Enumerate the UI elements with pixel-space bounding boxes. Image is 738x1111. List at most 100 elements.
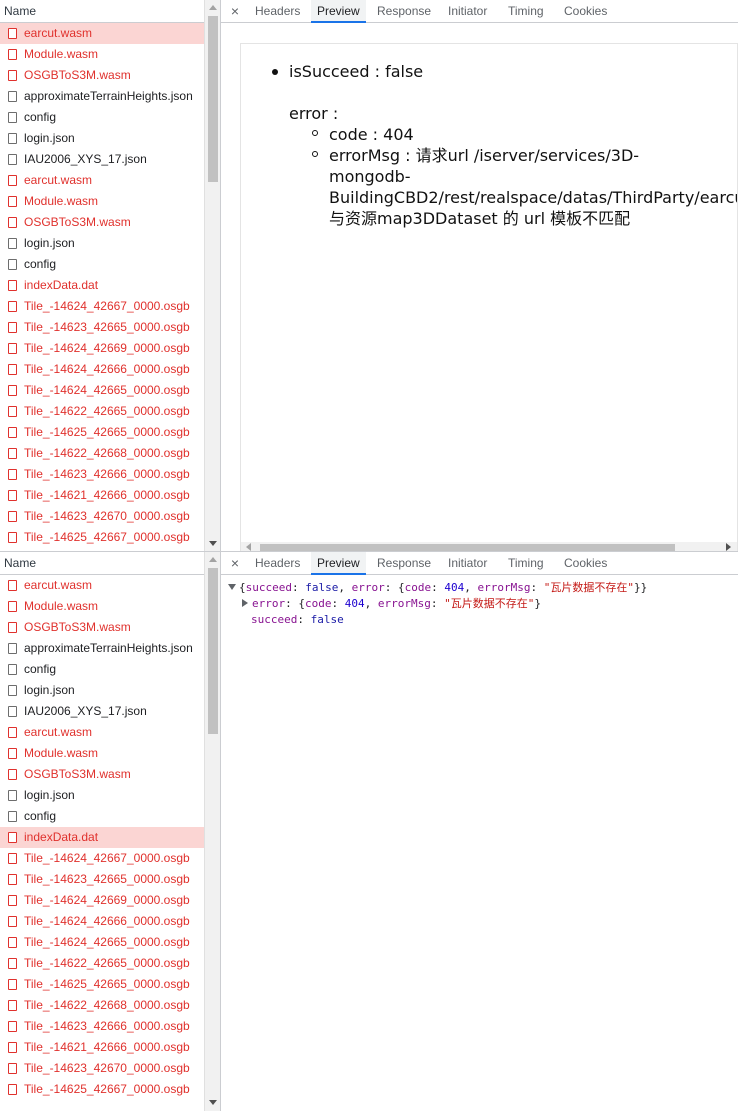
devtools-bottom-pane: Name earcut.wasm Module.wasm OSGBToS3M.was… (0, 552, 738, 1111)
request-row[interactable]: Tile_-14622_42665_0000.osgb (0, 953, 204, 974)
scroll-up-arrow-icon[interactable] (209, 5, 217, 10)
request-list-scrollbar[interactable] (204, 552, 220, 1111)
detail-panel: × Headers Preview Response Initiator Tim… (221, 552, 738, 1111)
scrollbar-thumb[interactable] (208, 568, 218, 734)
request-row[interactable]: login.json (0, 233, 204, 254)
request-row[interactable]: earcut.wasm (0, 170, 204, 191)
json-error-row[interactable]: error: {code: 404, errorMsg: "瓦片数据不存在"} (242, 596, 541, 612)
request-row[interactable]: Tile_-14624_42666_0000.osgb (0, 911, 204, 932)
file-icon (8, 175, 17, 186)
request-row[interactable]: login.json (0, 680, 204, 701)
close-icon[interactable]: × (229, 3, 241, 19)
request-row[interactable]: Tile_-14622_42665_0000.osgb (0, 401, 204, 422)
request-row[interactable]: OSGBToS3M.wasm (0, 617, 204, 638)
request-row[interactable]: Tile_-14624_42669_0000.osgb (0, 338, 204, 359)
file-icon (8, 958, 17, 969)
tab-preview[interactable]: Preview (311, 552, 366, 575)
request-row[interactable]: Tile_-14624_42665_0000.osgb (0, 380, 204, 401)
tab-headers[interactable]: Headers (249, 552, 306, 575)
request-row[interactable]: approximateTerrainHeights.json (0, 86, 204, 107)
request-row[interactable]: Tile_-14624_42666_0000.osgb (0, 359, 204, 380)
request-list-scrollbar[interactable] (204, 0, 220, 552)
request-name: login.json (24, 236, 75, 250)
scroll-up-arrow-icon[interactable] (209, 557, 217, 562)
request-row[interactable]: earcut.wasm (0, 23, 204, 44)
request-row[interactable]: Tile_-14624_42665_0000.osgb (0, 932, 204, 953)
request-row[interactable]: Tile_-14623_42666_0000.osgb (0, 464, 204, 485)
tab-response[interactable]: Response (371, 0, 437, 23)
request-row[interactable]: IAU2006_XYS_17.json (0, 701, 204, 722)
scroll-down-arrow-icon[interactable] (209, 541, 217, 546)
request-row[interactable]: Module.wasm (0, 44, 204, 65)
request-row[interactable]: config (0, 659, 204, 680)
request-name: Module.wasm (24, 47, 99, 61)
tab-headers[interactable]: Headers (249, 0, 306, 23)
request-row[interactable]: approximateTerrainHeights.json (0, 638, 204, 659)
json-root-row[interactable]: {succeed: false, error: {code: 404, erro… (228, 580, 647, 596)
request-row[interactable]: IAU2006_XYS_17.json (0, 149, 204, 170)
request-row[interactable]: Tile_-14625_42665_0000.osgb (0, 422, 204, 443)
name-column-header[interactable]: Name (0, 552, 204, 575)
file-icon (8, 532, 17, 543)
request-row[interactable]: indexData.dat (0, 275, 204, 296)
request-row[interactable]: login.json (0, 785, 204, 806)
file-icon (8, 322, 17, 333)
request-row[interactable]: Tile_-14623_42665_0000.osgb (0, 317, 204, 338)
tab-timing[interactable]: Timing (502, 0, 550, 23)
close-icon[interactable]: × (229, 555, 241, 571)
scrollbar-thumb[interactable] (260, 544, 675, 551)
file-icon (8, 916, 17, 927)
request-row[interactable]: OSGBToS3M.wasm (0, 212, 204, 233)
request-row[interactable]: Tile_-14622_42668_0000.osgb (0, 443, 204, 464)
request-row[interactable]: config (0, 107, 204, 128)
request-row[interactable]: config (0, 806, 204, 827)
request-name: OSGBToS3M.wasm (24, 767, 131, 781)
scroll-right-arrow-icon[interactable] (726, 543, 731, 551)
request-row[interactable]: Tile_-14621_42666_0000.osgb (0, 1037, 204, 1058)
request-name: Module.wasm (24, 599, 99, 613)
file-icon (8, 685, 17, 696)
request-row[interactable]: earcut.wasm (0, 722, 204, 743)
request-row[interactable]: Tile_-14623_42670_0000.osgb (0, 1058, 204, 1079)
scroll-left-arrow-icon[interactable] (246, 543, 251, 551)
request-row[interactable]: Tile_-14624_42667_0000.osgb (0, 296, 204, 317)
request-row[interactable]: earcut.wasm (0, 575, 204, 596)
expand-triangle-icon[interactable] (228, 584, 236, 590)
request-row[interactable]: Tile_-14624_42669_0000.osgb (0, 890, 204, 911)
scroll-down-arrow-icon[interactable] (209, 1100, 217, 1105)
request-row[interactable]: OSGBToS3M.wasm (0, 65, 204, 86)
tab-initiator[interactable]: Initiator (442, 0, 493, 23)
request-row[interactable]: Module.wasm (0, 743, 204, 764)
request-row[interactable]: Module.wasm (0, 191, 204, 212)
file-icon (8, 622, 17, 633)
request-row[interactable]: Tile_-14623_42670_0000.osgb (0, 506, 204, 527)
error-msg-text-4: 与资源map3DDataset 的 url 模板不匹配 (329, 209, 631, 228)
tab-cookies[interactable]: Cookies (558, 552, 613, 575)
request-row[interactable]: Tile_-14621_42666_0000.osgb (0, 485, 204, 506)
request-row[interactable]: Tile_-14625_42665_0000.osgb (0, 974, 204, 995)
tab-initiator[interactable]: Initiator (442, 552, 493, 575)
request-row[interactable]: login.json (0, 128, 204, 149)
request-name: indexData.dat (24, 830, 99, 844)
collapse-triangle-icon[interactable] (242, 599, 248, 607)
request-name: OSGBToS3M.wasm (24, 215, 131, 229)
request-row[interactable]: indexData.dat (0, 827, 204, 848)
request-row[interactable]: Tile_-14623_42665_0000.osgb (0, 869, 204, 890)
request-row[interactable]: Module.wasm (0, 596, 204, 617)
error-msg-text-2: mongodb- (329, 167, 411, 186)
file-icon (8, 91, 17, 102)
name-column-header[interactable]: Name (0, 0, 204, 23)
request-row[interactable]: Tile_-14625_42667_0000.osgb (0, 527, 204, 548)
request-row[interactable]: Tile_-14624_42667_0000.osgb (0, 848, 204, 869)
request-row[interactable]: Tile_-14623_42666_0000.osgb (0, 1016, 204, 1037)
request-row[interactable]: config (0, 254, 204, 275)
request-row[interactable]: Tile_-14622_42668_0000.osgb (0, 995, 204, 1016)
request-row[interactable]: OSGBToS3M.wasm (0, 764, 204, 785)
request-name: Tile_-14625_42667_0000.osgb (24, 530, 190, 544)
tab-preview[interactable]: Preview (311, 0, 366, 23)
scrollbar-thumb[interactable] (208, 16, 218, 182)
tab-response[interactable]: Response (371, 552, 437, 575)
request-row[interactable]: Tile_-14625_42667_0000.osgb (0, 1079, 204, 1100)
tab-cookies[interactable]: Cookies (558, 0, 613, 23)
tab-timing[interactable]: Timing (502, 552, 550, 575)
